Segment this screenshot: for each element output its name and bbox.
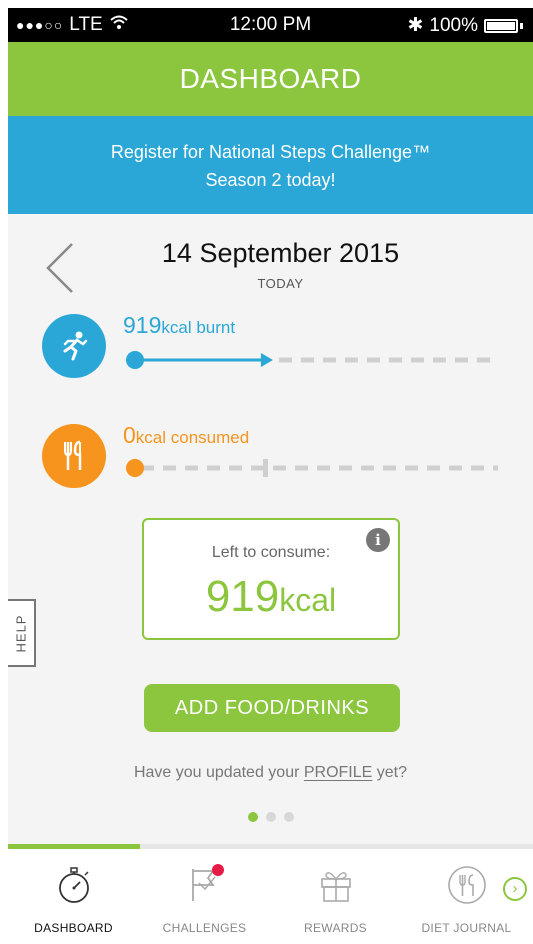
gift-icon	[320, 872, 351, 902]
dashboard-content: 14 September 2015 TODAY 919kcal burnt 0k…	[8, 214, 533, 844]
tab-dashboard-label: DASHBOARD	[34, 921, 113, 935]
info-icon[interactable]: i	[366, 528, 390, 552]
page-dot[interactable]	[265, 812, 276, 822]
tab-challenges[interactable]: CHALLENGES	[139, 849, 270, 944]
bluetooth-icon: ✱	[407, 15, 424, 36]
running-icon	[42, 314, 106, 378]
tab-rewards[interactable]: REWARDS	[270, 849, 401, 944]
profile-prompt-before: Have you updated your	[133, 764, 304, 781]
calories-consumed-label: 0kcal consumed	[123, 422, 249, 449]
profile-link[interactable]: PROFILE	[304, 764, 372, 781]
fork-knife-icon	[447, 866, 486, 904]
banner-line-1: Register for National Steps Challenge™	[110, 142, 431, 162]
page-dot[interactable]	[283, 812, 294, 822]
banner-line-2: Season 2 today!	[205, 170, 336, 190]
page-dot[interactable]	[247, 812, 258, 822]
left-to-consume-amount: 919kcal	[144, 572, 398, 622]
tab-challenges-label: CHALLENGES	[162, 921, 247, 935]
battery-percent: 100%	[429, 14, 478, 36]
notification-badge	[211, 864, 224, 876]
tab-rewards-label: REWARDS	[304, 921, 367, 935]
fork-knife-icon	[42, 424, 106, 488]
help-button[interactable]: HELP	[8, 599, 36, 667]
stopwatch-icon	[58, 867, 89, 903]
profile-prompt-after: yet?	[372, 764, 408, 781]
left-to-consume-card: i Left to consume: 919kcal	[142, 518, 400, 640]
page-indicator	[8, 812, 533, 822]
battery-tip	[520, 22, 523, 29]
consumed-track-start-dot	[126, 459, 144, 477]
burnt-track-start-dot	[126, 351, 144, 369]
profile-prompt: Have you updated your PROFILE yet?	[8, 764, 533, 782]
left-to-consume-unit: kcal	[279, 582, 337, 618]
calories-burnt-value: 919	[123, 312, 162, 338]
calories-burnt-label: 919kcal burnt	[123, 312, 235, 339]
calories-consumed-unit: kcal consumed	[135, 428, 250, 447]
chevron-right-icon[interactable]: ›	[503, 877, 527, 901]
challenge-banner[interactable]: Register for National Steps Challenge™ S…	[8, 116, 533, 214]
left-to-consume-label: Left to consume:	[211, 544, 331, 561]
bottom-tab-bar: DASHBOARD CHALLENGES REWARDS DIET JOURNA…	[8, 849, 533, 944]
flag-icon	[191, 864, 224, 901]
calories-consumed-progress	[126, 459, 498, 477]
page-title: DASHBOARD	[8, 42, 533, 116]
consumed-track-target-marker	[263, 459, 268, 477]
left-to-consume-value: 919	[205, 572, 280, 621]
help-label: HELP	[13, 614, 29, 652]
add-food-drinks-button[interactable]: ADD FOOD/DRINKS	[144, 684, 400, 732]
status-bar: ●●●○○ LTE 12:00 PM ✱ 100%	[8, 8, 533, 42]
tab-diet-journal-label: DIET JOURNAL	[421, 921, 512, 935]
app-screen: ●●●○○ LTE 12:00 PM ✱ 100% DASHBOARD Regi…	[0, 0, 533, 944]
calories-consumed-value: 0	[123, 422, 136, 448]
calories-burnt-progress	[126, 351, 498, 369]
selected-date: 14 September 2015	[161, 238, 400, 268]
burnt-track-arrowhead	[260, 353, 273, 367]
battery-icon	[484, 18, 518, 33]
date-subtitle: TODAY	[257, 276, 304, 291]
calories-burnt-unit: kcal burnt	[161, 318, 236, 337]
tab-dashboard[interactable]: DASHBOARD	[8, 849, 139, 944]
